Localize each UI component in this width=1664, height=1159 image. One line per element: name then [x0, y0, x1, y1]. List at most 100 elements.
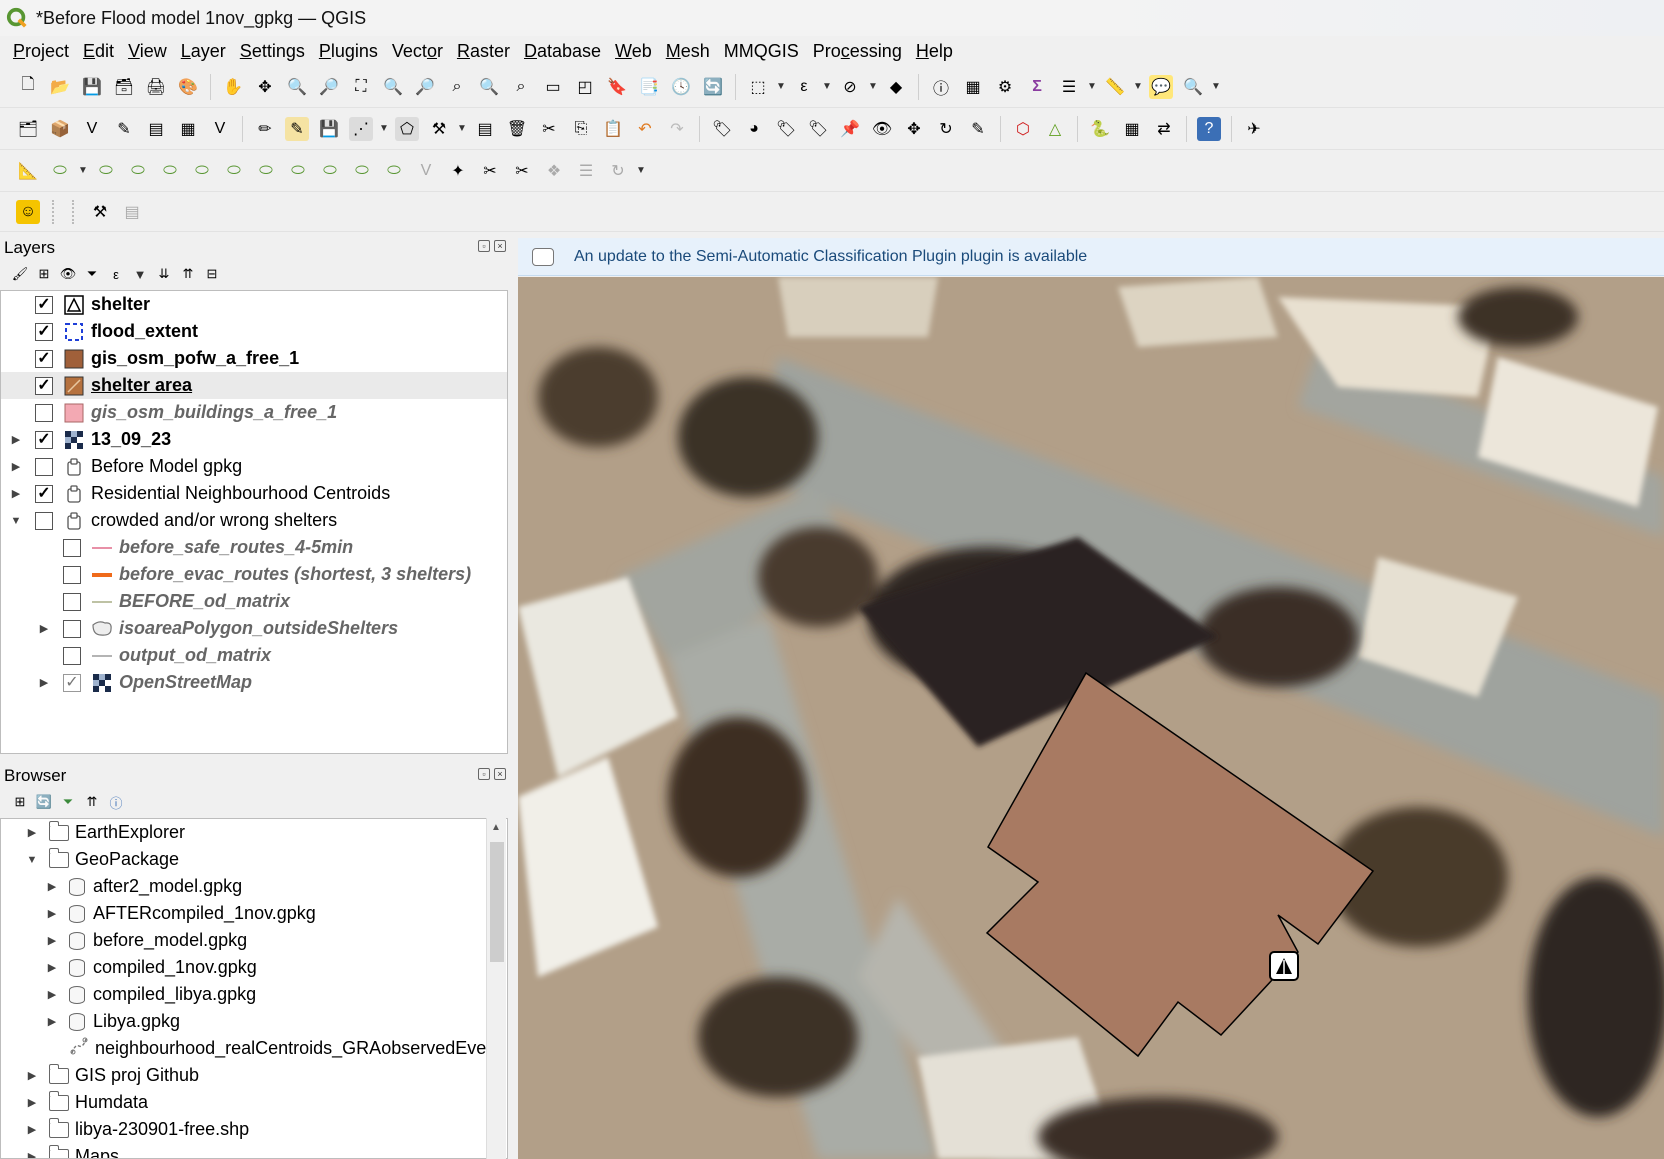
expand-right-icon[interactable]: ▶: [45, 988, 59, 1001]
move-label-icon[interactable]: ✥: [902, 117, 926, 141]
merge-attributes-icon[interactable]: ☰: [574, 159, 598, 183]
menu-item[interactable]: Raster: [450, 41, 517, 62]
layer-row[interactable]: gis_osm_buildings_a_free_1: [1, 399, 507, 426]
chevron-down-icon[interactable]: ▼: [635, 159, 647, 183]
menu-item[interactable]: Mesh: [659, 41, 717, 62]
style-panel-icon[interactable]: 🖌: [10, 264, 30, 284]
select-location-icon[interactable]: ◆: [884, 75, 908, 99]
menu-item[interactable]: MMQGIS: [717, 41, 806, 62]
show-bookmarks-icon[interactable]: 📑: [637, 75, 661, 99]
add-group-icon[interactable]: ⊞: [34, 264, 54, 284]
network-icon[interactable]: ⇄: [1152, 117, 1176, 141]
new-geopackage-icon[interactable]: 📦: [48, 117, 72, 141]
toolbar-handle[interactable]: [52, 199, 56, 224]
expand-right-icon[interactable]: ▶: [45, 961, 59, 974]
layer-row[interactable]: ▶ Before Model gpkg: [1, 453, 507, 480]
chevron-down-icon[interactable]: ▼: [867, 75, 879, 99]
expand-right-icon[interactable]: ▶: [25, 1150, 39, 1158]
browser-item[interactable]: ▶ compiled_libya.gpkg: [45, 981, 256, 1008]
browser-item[interactable]: ▶ Humdata: [25, 1089, 148, 1116]
triangle-icon[interactable]: △: [1043, 117, 1067, 141]
layer-row[interactable]: ▶ ✓ OpenStreetMap: [1, 669, 507, 696]
modify-attributes-icon[interactable]: ▤: [473, 117, 497, 141]
layer-visibility-checkbox[interactable]: ✓: [63, 673, 81, 692]
expand-right-icon[interactable]: ▶: [45, 934, 59, 947]
expand-right-icon[interactable]: ▶: [9, 460, 23, 473]
chevron-down-icon[interactable]: ▼: [1210, 75, 1222, 99]
processing-hammer-icon[interactable]: ⚒: [88, 200, 112, 224]
layer-row[interactable]: ✓ shelter: [1, 291, 507, 318]
scroll-up-icon[interactable]: ▲: [491, 822, 501, 833]
split-features-icon[interactable]: ✂: [478, 159, 502, 183]
menu-item[interactable]: View: [121, 41, 174, 62]
panel-splitter[interactable]: [508, 232, 517, 1159]
menu-item[interactable]: Processing: [806, 41, 909, 62]
properties-info-icon[interactable]: ⓘ: [106, 792, 126, 812]
chevron-down-icon[interactable]: ▼: [130, 264, 150, 284]
expand-right-icon[interactable]: ▶: [25, 1123, 39, 1136]
label-highlight-icon[interactable]: 🏷: [774, 117, 798, 141]
expand-right-icon[interactable]: ▶: [25, 1069, 39, 1082]
layer-visibility-checkbox[interactable]: [63, 565, 81, 584]
add-wfs-icon[interactable]: V: [208, 117, 232, 141]
identify-icon[interactable]: ⓘ: [929, 75, 953, 99]
browser-item[interactable]: ▶ EarthExplorer: [25, 819, 185, 846]
layer-row[interactable]: ▶ ✓ 13_09_23: [1, 426, 507, 453]
pin-label-icon[interactable]: 📌: [838, 117, 862, 141]
close-panel-icon[interactable]: ×: [494, 240, 506, 252]
collapse-all-icon[interactable]: ⇈: [82, 792, 102, 812]
open-table-icon[interactable]: ☰: [1057, 75, 1081, 99]
add-raster-layer-icon[interactable]: ✎: [112, 117, 136, 141]
expand-down-icon[interactable]: ▼: [9, 515, 23, 527]
layer-visibility-checkbox[interactable]: [63, 592, 81, 611]
layer-visibility-checkbox[interactable]: ✓: [35, 295, 53, 314]
menu-item[interactable]: Settings: [233, 41, 312, 62]
menu-item[interactable]: Vector: [385, 41, 450, 62]
browser-item[interactable]: ▶ Libya.gpkg: [45, 1008, 180, 1035]
paste-icon[interactable]: 📋: [601, 117, 625, 141]
reverse-line-icon[interactable]: V: [414, 159, 438, 183]
save-as-icon[interactable]: 🗃: [112, 75, 136, 99]
new-3d-map-icon[interactable]: ◰: [573, 75, 597, 99]
expand-right-icon[interactable]: ▶: [25, 826, 39, 839]
expand-right-icon[interactable]: ▶: [9, 433, 23, 446]
chevron-down-icon[interactable]: ▼: [775, 75, 787, 99]
toggle-editing-icon[interactable]: ✎: [285, 116, 309, 141]
advanced-digitizing-icon[interactable]: 📐: [16, 159, 40, 183]
refresh-icon[interactable]: 🔄: [701, 75, 725, 99]
data-source-manager-icon[interactable]: 🗂: [16, 117, 40, 141]
zoom-next-icon[interactable]: ⌕: [509, 75, 533, 99]
browser-item[interactable]: ▶ libya-230901-free.shp: [25, 1116, 249, 1143]
vertex-tool-icon[interactable]: ⚒: [427, 117, 451, 141]
filter-browser-icon[interactable]: ⏷: [58, 792, 78, 812]
scroll-thumb[interactable]: [490, 842, 504, 962]
undo-icon[interactable]: ↶: [633, 117, 657, 141]
menu-item[interactable]: Web: [608, 41, 659, 62]
rotate-feature-icon[interactable]: ⬭: [158, 159, 182, 183]
reshape-icon[interactable]: ⬭: [350, 159, 374, 183]
menu-item[interactable]: Layer: [174, 41, 233, 62]
filter-expression-icon[interactable]: ε: [106, 264, 126, 284]
python-console-icon[interactable]: 🐍: [1088, 117, 1112, 141]
layer-row[interactable]: before_safe_routes_4-5min: [1, 534, 507, 561]
browser-scrollbar[interactable]: ▲: [486, 818, 506, 1159]
browser-item[interactable]: ▶ GIS proj Github: [25, 1062, 199, 1089]
new-project-icon[interactable]: 🗋: [16, 75, 40, 99]
menu-item[interactable]: Project: [6, 41, 76, 62]
layer-visibility-checkbox[interactable]: [35, 403, 53, 422]
hexagon-icon[interactable]: ⬡: [1011, 117, 1035, 141]
copy-icon[interactable]: ⎘: [569, 117, 593, 141]
menu-item[interactable]: Help: [909, 41, 960, 62]
copy-move-icon[interactable]: ⬭: [126, 159, 150, 183]
delete-ring-icon[interactable]: ⬭: [286, 159, 310, 183]
chevron-down-icon[interactable]: ▼: [378, 117, 390, 141]
layer-row[interactable]: ▶ ✓ Residential Neighbourhood Centroids: [1, 480, 507, 507]
layer-row[interactable]: ✓ flood_extent: [1, 318, 507, 345]
float-panel-icon[interactable]: ▫: [478, 240, 490, 252]
label-red-icon[interactable]: 🏷: [806, 117, 830, 141]
attribute-table-icon[interactable]: ▦: [961, 75, 985, 99]
results-viewer-icon[interactable]: ▤: [120, 200, 144, 224]
map-canvas[interactable]: [518, 277, 1664, 1159]
split-parts-icon[interactable]: ✂: [510, 159, 534, 183]
rotate-point-icon[interactable]: ↻: [606, 159, 630, 183]
